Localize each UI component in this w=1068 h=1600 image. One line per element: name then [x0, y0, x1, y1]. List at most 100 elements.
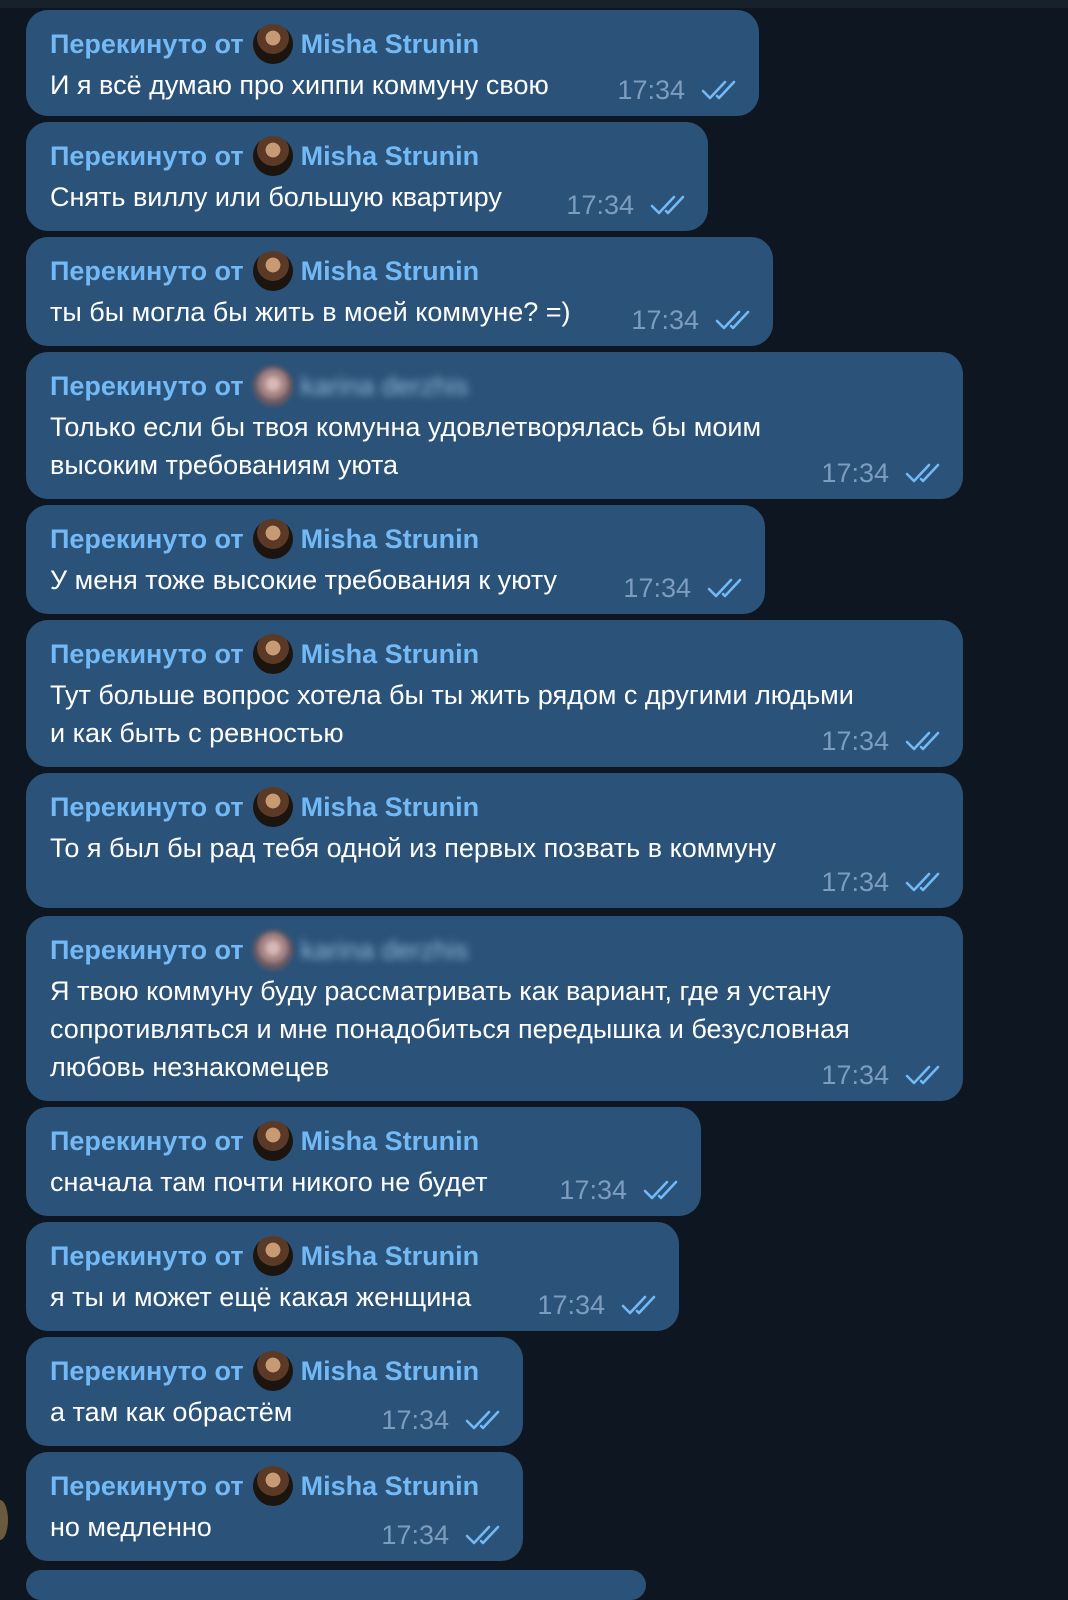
- forward-header[interactable]: Перекинуто от Misha Strunin: [50, 251, 480, 291]
- message-text: У меня тоже высокие требования к уюту: [50, 565, 557, 595]
- sender-avatar: [252, 634, 293, 674]
- forward-label: Перекинуто от: [50, 638, 244, 669]
- forward-header[interactable]: Перекинуто от Misha Strunin: [50, 136, 480, 176]
- forward-header[interactable]: Перекинуто от Misha Strunin: [50, 1466, 480, 1506]
- double-check-icon: [715, 310, 750, 330]
- message-time: 17:34: [821, 725, 889, 756]
- forward-sender-name[interactable]: Misha Strunin: [301, 1241, 480, 1272]
- message-time: 17:34: [821, 457, 889, 488]
- forward-label: Перекинуто от: [50, 1240, 244, 1271]
- double-check-icon: [905, 731, 940, 751]
- forward-header[interactable]: Перекинуто от Misha Strunin: [50, 634, 480, 674]
- double-check-icon: [905, 463, 940, 483]
- forward-sender-name[interactable]: Misha Strunin: [301, 792, 480, 823]
- forward-sender-name[interactable]: Misha Strunin: [301, 141, 480, 172]
- sender-avatar: [252, 1236, 293, 1276]
- message-bubble[interactable]: Перекинуто от Misha Strunin То я был бы …: [26, 773, 963, 908]
- message-bubble[interactable]: Перекинуто от karina derzhis Я твою комм…: [26, 916, 963, 1101]
- message-text: Только если бы твоя комунна удовлетворял…: [50, 412, 762, 480]
- message-time: 17:34: [559, 1174, 627, 1205]
- message-time: 17:34: [617, 74, 685, 105]
- forward-sender-name[interactable]: karina derzhis: [301, 371, 469, 402]
- message-meta: 17:34: [821, 725, 945, 757]
- sender-avatar: [252, 251, 293, 291]
- message-bubble[interactable]: Перекинуто от Misha Strunin Снять виллу …: [26, 122, 708, 231]
- message-bubble[interactable]: Перекинуто от Misha Strunin я ты и может…: [26, 1222, 679, 1331]
- forward-label: Перекинуто от: [50, 255, 244, 286]
- message-time: 17:34: [631, 304, 699, 335]
- message-bubble[interactable]: [26, 1570, 646, 1600]
- message-meta: 17:34: [821, 1059, 945, 1091]
- message-time: 17:34: [381, 1404, 449, 1435]
- message-time: 17:34: [537, 1289, 605, 1320]
- message-text: я ты и может ещё какая женщина: [50, 1282, 472, 1312]
- forward-header[interactable]: Перекинуто от Misha Strunin: [50, 1236, 480, 1276]
- forward-sender-name[interactable]: Misha Strunin: [301, 1356, 480, 1387]
- forward-label: Перекинуто от: [50, 140, 244, 171]
- forward-header[interactable]: Перекинуто от Misha Strunin: [50, 1351, 480, 1391]
- double-check-icon: [650, 195, 685, 215]
- forward-sender-name[interactable]: Misha Strunin: [301, 524, 480, 555]
- message-text: То я был бы рад тебя одной из первых поз…: [50, 833, 777, 863]
- forward-label: Перекинуто от: [50, 28, 244, 59]
- message-text: Тут больше вопрос хотела бы ты жить рядо…: [50, 680, 854, 748]
- message-meta: 17:34: [821, 866, 945, 898]
- forward-sender-name[interactable]: Misha Strunin: [301, 1471, 480, 1502]
- forward-header[interactable]: Перекинуто от Misha Strunin: [50, 24, 480, 64]
- message-meta: 17:34: [537, 1289, 661, 1321]
- double-check-icon: [905, 1065, 940, 1085]
- forward-header[interactable]: Перекинуто от Misha Strunin: [50, 787, 480, 827]
- message-meta: 17:34: [381, 1519, 505, 1551]
- message-text: Снять виллу или большую квартиру: [50, 182, 502, 212]
- sender-avatar: [252, 1466, 293, 1506]
- double-check-icon: [465, 1525, 500, 1545]
- message-text: Я твою коммуну буду рассматривать как ва…: [50, 976, 850, 1082]
- sender-avatar: [252, 366, 293, 406]
- forward-sender-name[interactable]: Misha Strunin: [301, 639, 480, 670]
- forward-header[interactable]: Перекинуто от karina derzhis: [50, 366, 469, 406]
- message-bubble[interactable]: Перекинуто от Misha Strunin Тут больше в…: [26, 620, 963, 767]
- message-bubble[interactable]: Перекинуто от Misha Strunin У меня тоже …: [26, 505, 765, 614]
- forward-header[interactable]: Перекинуто от Misha Strunin: [50, 1121, 480, 1161]
- double-check-icon: [905, 872, 940, 892]
- message-text: ты бы могла бы жить в моей коммуне? =): [50, 297, 571, 327]
- forward-label: Перекинуто от: [50, 370, 244, 401]
- message-bubble[interactable]: Перекинуто от Misha Strunin И я всё дума…: [26, 10, 759, 116]
- forward-header[interactable]: Перекинуто от karina derzhis: [50, 930, 469, 970]
- forward-header[interactable]: Перекинуто от Misha Strunin: [50, 519, 480, 559]
- message-bubble[interactable]: Перекинуто от karina derzhis Только если…: [26, 352, 963, 499]
- forward-sender-name[interactable]: Misha Strunin: [301, 256, 480, 287]
- forward-label: Перекинуто от: [50, 1125, 244, 1156]
- message-meta: 17:34: [821, 457, 945, 489]
- double-check-icon: [707, 578, 742, 598]
- message-bubble[interactable]: Перекинуто от Misha Strunin а там как об…: [26, 1337, 523, 1446]
- message-text: И я всё думаю про хиппи коммуну свою: [50, 70, 549, 100]
- message-bubble[interactable]: Перекинуто от Misha Strunin но медленно …: [26, 1452, 523, 1561]
- forward-label: Перекинуто от: [50, 934, 244, 965]
- message-meta: 17:34: [559, 1174, 683, 1206]
- message-meta: 17:34: [623, 572, 747, 604]
- message-meta: 17:34: [617, 74, 741, 106]
- double-check-icon: [621, 1295, 656, 1315]
- message-text: сначала там почти никого не будет: [50, 1167, 488, 1197]
- chat-history[interactable]: Перекинуто от Misha Strunin И я всё дума…: [0, 0, 1068, 1600]
- message-time: 17:34: [821, 866, 889, 897]
- message-meta: 17:34: [566, 189, 690, 221]
- message-time: 17:34: [623, 572, 691, 603]
- message-time: 17:34: [821, 1059, 889, 1090]
- forward-sender-name[interactable]: Misha Strunin: [301, 29, 480, 60]
- message-bubble[interactable]: Перекинуто от Misha Strunin ты бы могла …: [26, 237, 773, 346]
- message-time: 17:34: [566, 189, 634, 220]
- sender-avatar: [252, 519, 293, 559]
- forward-label: Перекинуто от: [50, 523, 244, 554]
- forward-sender-name[interactable]: karina derzhis: [301, 935, 469, 966]
- message-text: а там как обрастём: [50, 1397, 293, 1427]
- forward-label: Перекинуто от: [50, 1355, 244, 1386]
- double-check-icon: [701, 80, 736, 100]
- message-bubble[interactable]: Перекинуто от Misha Strunin сначала там …: [26, 1107, 701, 1216]
- double-check-icon: [643, 1180, 678, 1200]
- sender-avatar: [252, 24, 293, 64]
- forward-sender-name[interactable]: Misha Strunin: [301, 1126, 480, 1157]
- message-time: 17:34: [381, 1519, 449, 1550]
- chat-avatar[interactable]: [0, 1500, 8, 1540]
